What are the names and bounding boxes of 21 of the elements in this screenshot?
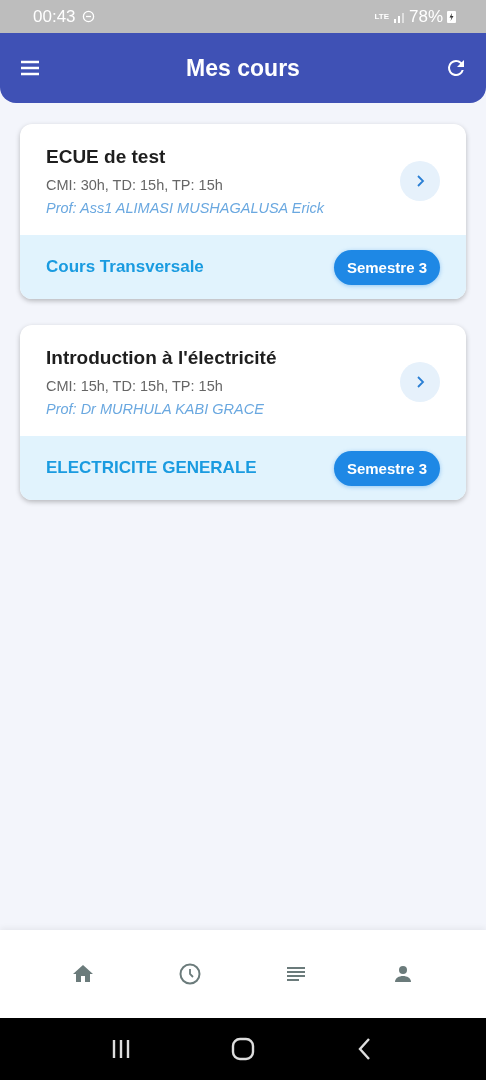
network-type: LTE: [374, 12, 389, 21]
battery-charging-icon: [447, 10, 456, 23]
course-card[interactable]: Introduction à l'électricité CMI: 15h, TD: 15h, TP: 15h Prof: Dr MURHULA KABI GRACE ELECTRICITE GENERALE Semestre 3: [20, 325, 466, 500]
signal-icon: [392, 10, 405, 23]
course-card[interactable]: ECUE de test CMI: 30h, TD: 15h, TP: 15h Prof: Ass1 ALIMASI MUSHAGALUSA Erick Cours Transversale Semestre 3: [20, 124, 466, 299]
course-teacher: Prof: Dr MURHULA KABI GRACE: [46, 401, 265, 417]
clock-time: 00:43: [33, 6, 76, 27]
clock-icon: [177, 962, 202, 986]
course-hours: CMI: 30h, TD: 15h, TP: 15h: [46, 177, 224, 193]
battery-percent: 78%: [408, 6, 443, 27]
course-teacher: Prof: Ass1 ALIMASI MUSHAGALUSA Erick: [46, 200, 324, 216]
semester-badge: Semestre 3: [333, 450, 440, 486]
course-hours: CMI: 15h, TD: 15h, TP: 15h: [46, 378, 224, 394]
course-unit: Cours Transversale: [46, 257, 204, 277]
screen-title: Mes cours: [186, 54, 300, 82]
semester-badge: Semestre 3: [333, 249, 440, 285]
course-title: Introduction à l'électricité: [46, 347, 277, 369]
do-not-disturb-icon: [81, 10, 95, 23]
course-unit: ELECTRICITE GENERALE: [46, 458, 257, 478]
course-title: ECUE de test: [46, 146, 167, 168]
home-icon[interactable]: [231, 1037, 255, 1061]
